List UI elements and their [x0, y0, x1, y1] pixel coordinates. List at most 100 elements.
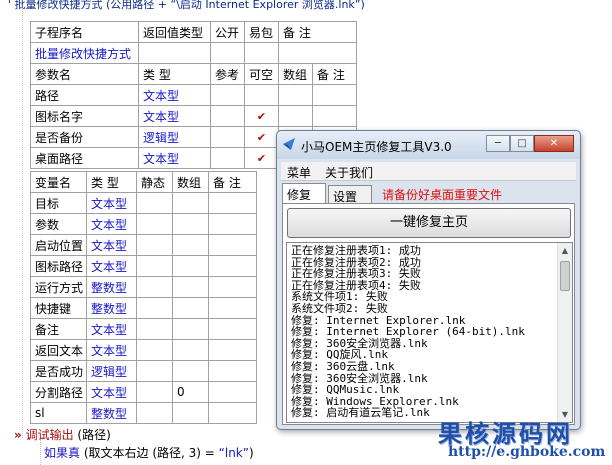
param-note[interactable] — [312, 105, 357, 127]
window-titlebar[interactable]: 小马OEM主页修复工具V3.0 ─ □ ✕ — [277, 131, 580, 159]
tab-settings[interactable]: 设置 — [328, 185, 372, 204]
var-type[interactable]: 文本型 — [86, 255, 137, 277]
var-array[interactable] — [172, 213, 209, 235]
var-type[interactable]: 整数型 — [86, 297, 137, 319]
var-type[interactable]: 文本型 — [86, 192, 137, 214]
minimize-button[interactable]: ─ — [486, 135, 510, 152]
var-note[interactable] — [208, 297, 257, 319]
table-row[interactable]: 图标名字 文本型 ✔ — [30, 105, 357, 127]
var-note[interactable] — [208, 339, 257, 361]
param-nullable[interactable]: ✔ — [244, 126, 279, 148]
var-array[interactable] — [172, 192, 209, 214]
var-type[interactable]: 文本型 — [86, 234, 137, 256]
var-note[interactable] — [208, 360, 257, 382]
var-name[interactable]: 参数 — [30, 213, 87, 235]
subroutine-name[interactable]: 批量修改快捷方式 — [30, 42, 139, 64]
var-array[interactable] — [172, 360, 209, 382]
tab-repair[interactable]: 修复 — [282, 183, 326, 204]
param-array[interactable] — [278, 84, 313, 106]
var-static[interactable] — [136, 297, 173, 319]
code-line-debug[interactable]: » 调试输出 (路径) — [14, 426, 111, 443]
param-type[interactable]: 逻辑型 — [138, 126, 211, 148]
table-row[interactable]: 是否成功 逻辑型 — [30, 360, 257, 382]
var-name[interactable]: 分割路径 — [30, 381, 87, 403]
table-row[interactable]: 路径 文本型 — [30, 84, 357, 106]
code-line-if[interactable]: 如果真 (取文本右边 (路径, 3) = “lnk”) — [44, 444, 254, 461]
param-ref[interactable] — [210, 126, 245, 148]
var-array[interactable] — [172, 318, 209, 340]
var-array[interactable] — [172, 402, 209, 424]
var-array[interactable] — [172, 339, 209, 361]
var-note[interactable] — [208, 234, 257, 256]
var-note[interactable] — [208, 318, 257, 340]
var-note[interactable] — [208, 276, 257, 298]
var-name[interactable]: 快捷键 — [30, 297, 87, 319]
var-name[interactable]: 是否成功 — [30, 360, 87, 382]
param-nullable[interactable]: ✔ — [244, 147, 279, 169]
menu-item-menu[interactable]: 菜单 — [287, 164, 311, 181]
var-array[interactable] — [172, 234, 209, 256]
table-row[interactable]: 目标 文本型 — [30, 192, 257, 214]
var-array[interactable] — [172, 297, 209, 319]
var-note[interactable] — [208, 402, 257, 424]
var-name[interactable]: sl — [30, 402, 87, 424]
log-scrollbar[interactable]: ▲ ▼ — [557, 243, 572, 422]
var-type[interactable]: 逻辑型 — [86, 360, 137, 382]
app-window[interactable]: 小马OEM主页修复工具V3.0 ─ □ ✕ 菜单 关于我们 修复 设置 请备份好… — [276, 130, 581, 430]
scroll-up-icon[interactable]: ▲ — [558, 243, 572, 258]
param-ref[interactable] — [210, 84, 245, 106]
easy-pack-cell[interactable] — [244, 42, 279, 64]
var-note[interactable] — [208, 213, 257, 235]
var-static[interactable] — [136, 318, 173, 340]
var-static[interactable] — [136, 192, 173, 214]
param-name[interactable]: 是否备份 — [30, 126, 139, 148]
return-type-cell[interactable] — [138, 42, 211, 64]
table-row[interactable]: 返回文本 文本型 — [30, 339, 257, 361]
var-type[interactable]: 整数型 — [86, 276, 137, 298]
param-nullable[interactable] — [244, 84, 279, 106]
param-array[interactable] — [278, 105, 313, 127]
var-static[interactable] — [136, 381, 173, 403]
param-nullable[interactable]: ✔ — [244, 105, 279, 127]
var-type[interactable]: 整数型 — [86, 402, 137, 424]
param-ref[interactable] — [210, 147, 245, 169]
var-name[interactable]: 返回文本 — [30, 339, 87, 361]
var-name[interactable]: 启动位置 — [30, 234, 87, 256]
var-name[interactable]: 备注 — [30, 318, 87, 340]
var-static[interactable] — [136, 234, 173, 256]
var-static[interactable] — [136, 255, 173, 277]
param-name[interactable]: 路径 — [30, 84, 139, 106]
maximize-button[interactable]: □ — [510, 135, 534, 152]
var-note[interactable] — [208, 381, 257, 403]
var-array[interactable] — [172, 276, 209, 298]
var-static[interactable] — [136, 213, 173, 235]
param-name[interactable]: 图标名字 — [30, 105, 139, 127]
var-note[interactable] — [208, 255, 257, 277]
param-type[interactable]: 文本型 — [138, 147, 211, 169]
scroll-thumb[interactable] — [560, 261, 570, 291]
table-row[interactable]: 备注 文本型 — [30, 318, 257, 340]
note-cell[interactable] — [278, 42, 357, 64]
close-button[interactable]: ✕ — [534, 135, 574, 152]
var-type[interactable]: 文本型 — [86, 381, 137, 403]
var-name[interactable]: 目标 — [30, 192, 87, 214]
table-row[interactable]: sl 整数型 — [30, 402, 257, 424]
var-name[interactable]: 图标路径 — [30, 255, 87, 277]
table-row[interactable]: 运行方式 整数型 — [30, 276, 257, 298]
table-row[interactable]: 启动位置 文本型 — [30, 234, 257, 256]
table-row[interactable]: 图标路径 文本型 — [30, 255, 257, 277]
param-note[interactable] — [312, 84, 357, 106]
param-name[interactable]: 桌面路径 — [30, 147, 139, 169]
subroutine-row[interactable]: 批量修改快捷方式 — [30, 42, 357, 64]
var-note[interactable] — [208, 192, 257, 214]
table-row[interactable]: 分割路径 文本型 0 — [30, 381, 257, 403]
var-name[interactable]: 运行方式 — [30, 276, 87, 298]
param-type[interactable]: 文本型 — [138, 84, 211, 106]
var-static[interactable] — [136, 360, 173, 382]
var-type[interactable]: 文本型 — [86, 213, 137, 235]
var-static[interactable] — [136, 276, 173, 298]
var-type[interactable]: 文本型 — [86, 318, 137, 340]
var-type[interactable]: 文本型 — [86, 339, 137, 361]
var-array[interactable]: 0 — [172, 381, 209, 403]
log-list[interactable]: 正在修复注册表项1: 成功 正在修复注册表项2: 成功 正在修复注册表项3: 失败正… — [286, 242, 573, 423]
